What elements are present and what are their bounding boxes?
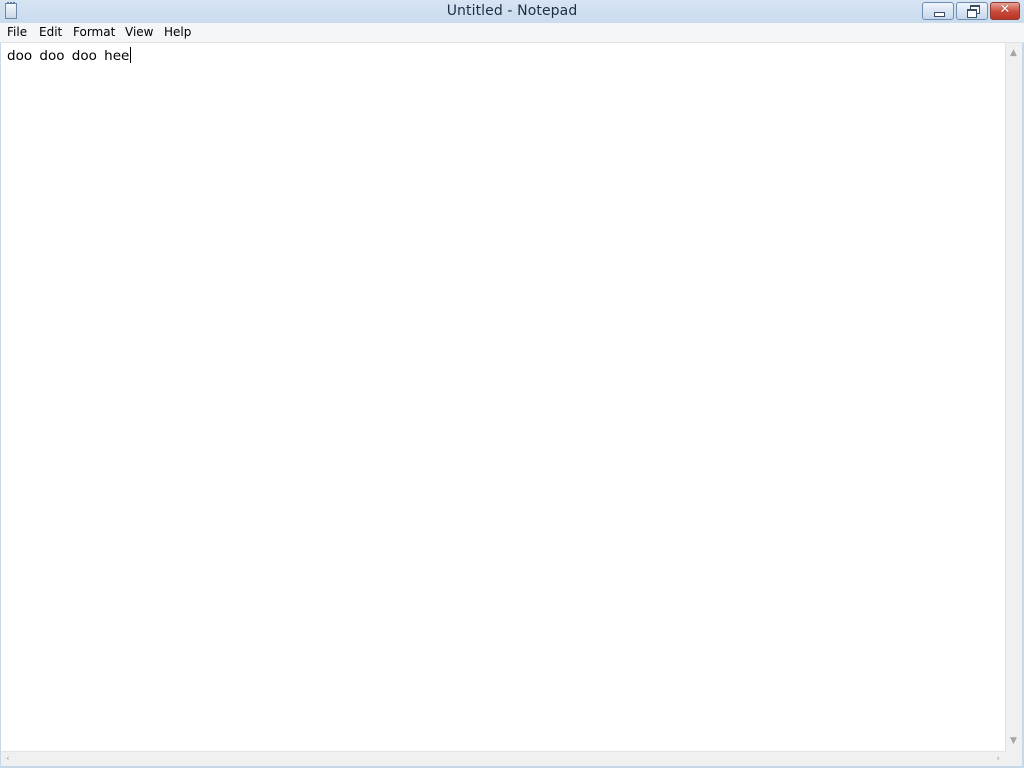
close-icon: ✕ [999,2,1011,17]
chevron-right-icon[interactable]: › [996,754,1000,764]
close-button[interactable]: ✕ [990,2,1020,20]
restore-icon-front [967,9,977,18]
text-caret [130,47,132,63]
horizontal-scrollbar[interactable]: ‹ › [1,751,1005,766]
menu-help[interactable]: Help [164,25,191,39]
scrollbar-corner [1005,751,1022,766]
minimize-icon [934,12,945,17]
title-bar[interactable]: Untitled - Notepad ✕ [0,0,1024,24]
notepad-window: Untitled - Notepad ✕ File Edit Format Vi… [0,0,1024,768]
restore-button[interactable] [956,2,988,20]
menu-view[interactable]: View [125,25,153,39]
editor-text: doo doo doo hee [7,48,130,64]
menu-file[interactable]: File [7,25,27,39]
menu-bar: File Edit Format View Help [0,23,1024,43]
vertical-scrollbar[interactable]: ▲ ▼ [1005,43,1022,751]
menu-format[interactable]: Format [73,25,115,39]
menu-edit[interactable]: Edit [39,25,62,39]
text-editor[interactable]: doo doo doo hee [1,43,1005,751]
chevron-down-icon[interactable]: ▼ [1010,736,1017,746]
chevron-left-icon[interactable]: ‹ [6,754,10,764]
chevron-up-icon[interactable]: ▲ [1010,48,1017,58]
minimize-button[interactable] [922,2,954,20]
window-title: Untitled - Notepad [446,3,578,19]
editor-content[interactable]: doo doo doo hee [7,47,132,64]
